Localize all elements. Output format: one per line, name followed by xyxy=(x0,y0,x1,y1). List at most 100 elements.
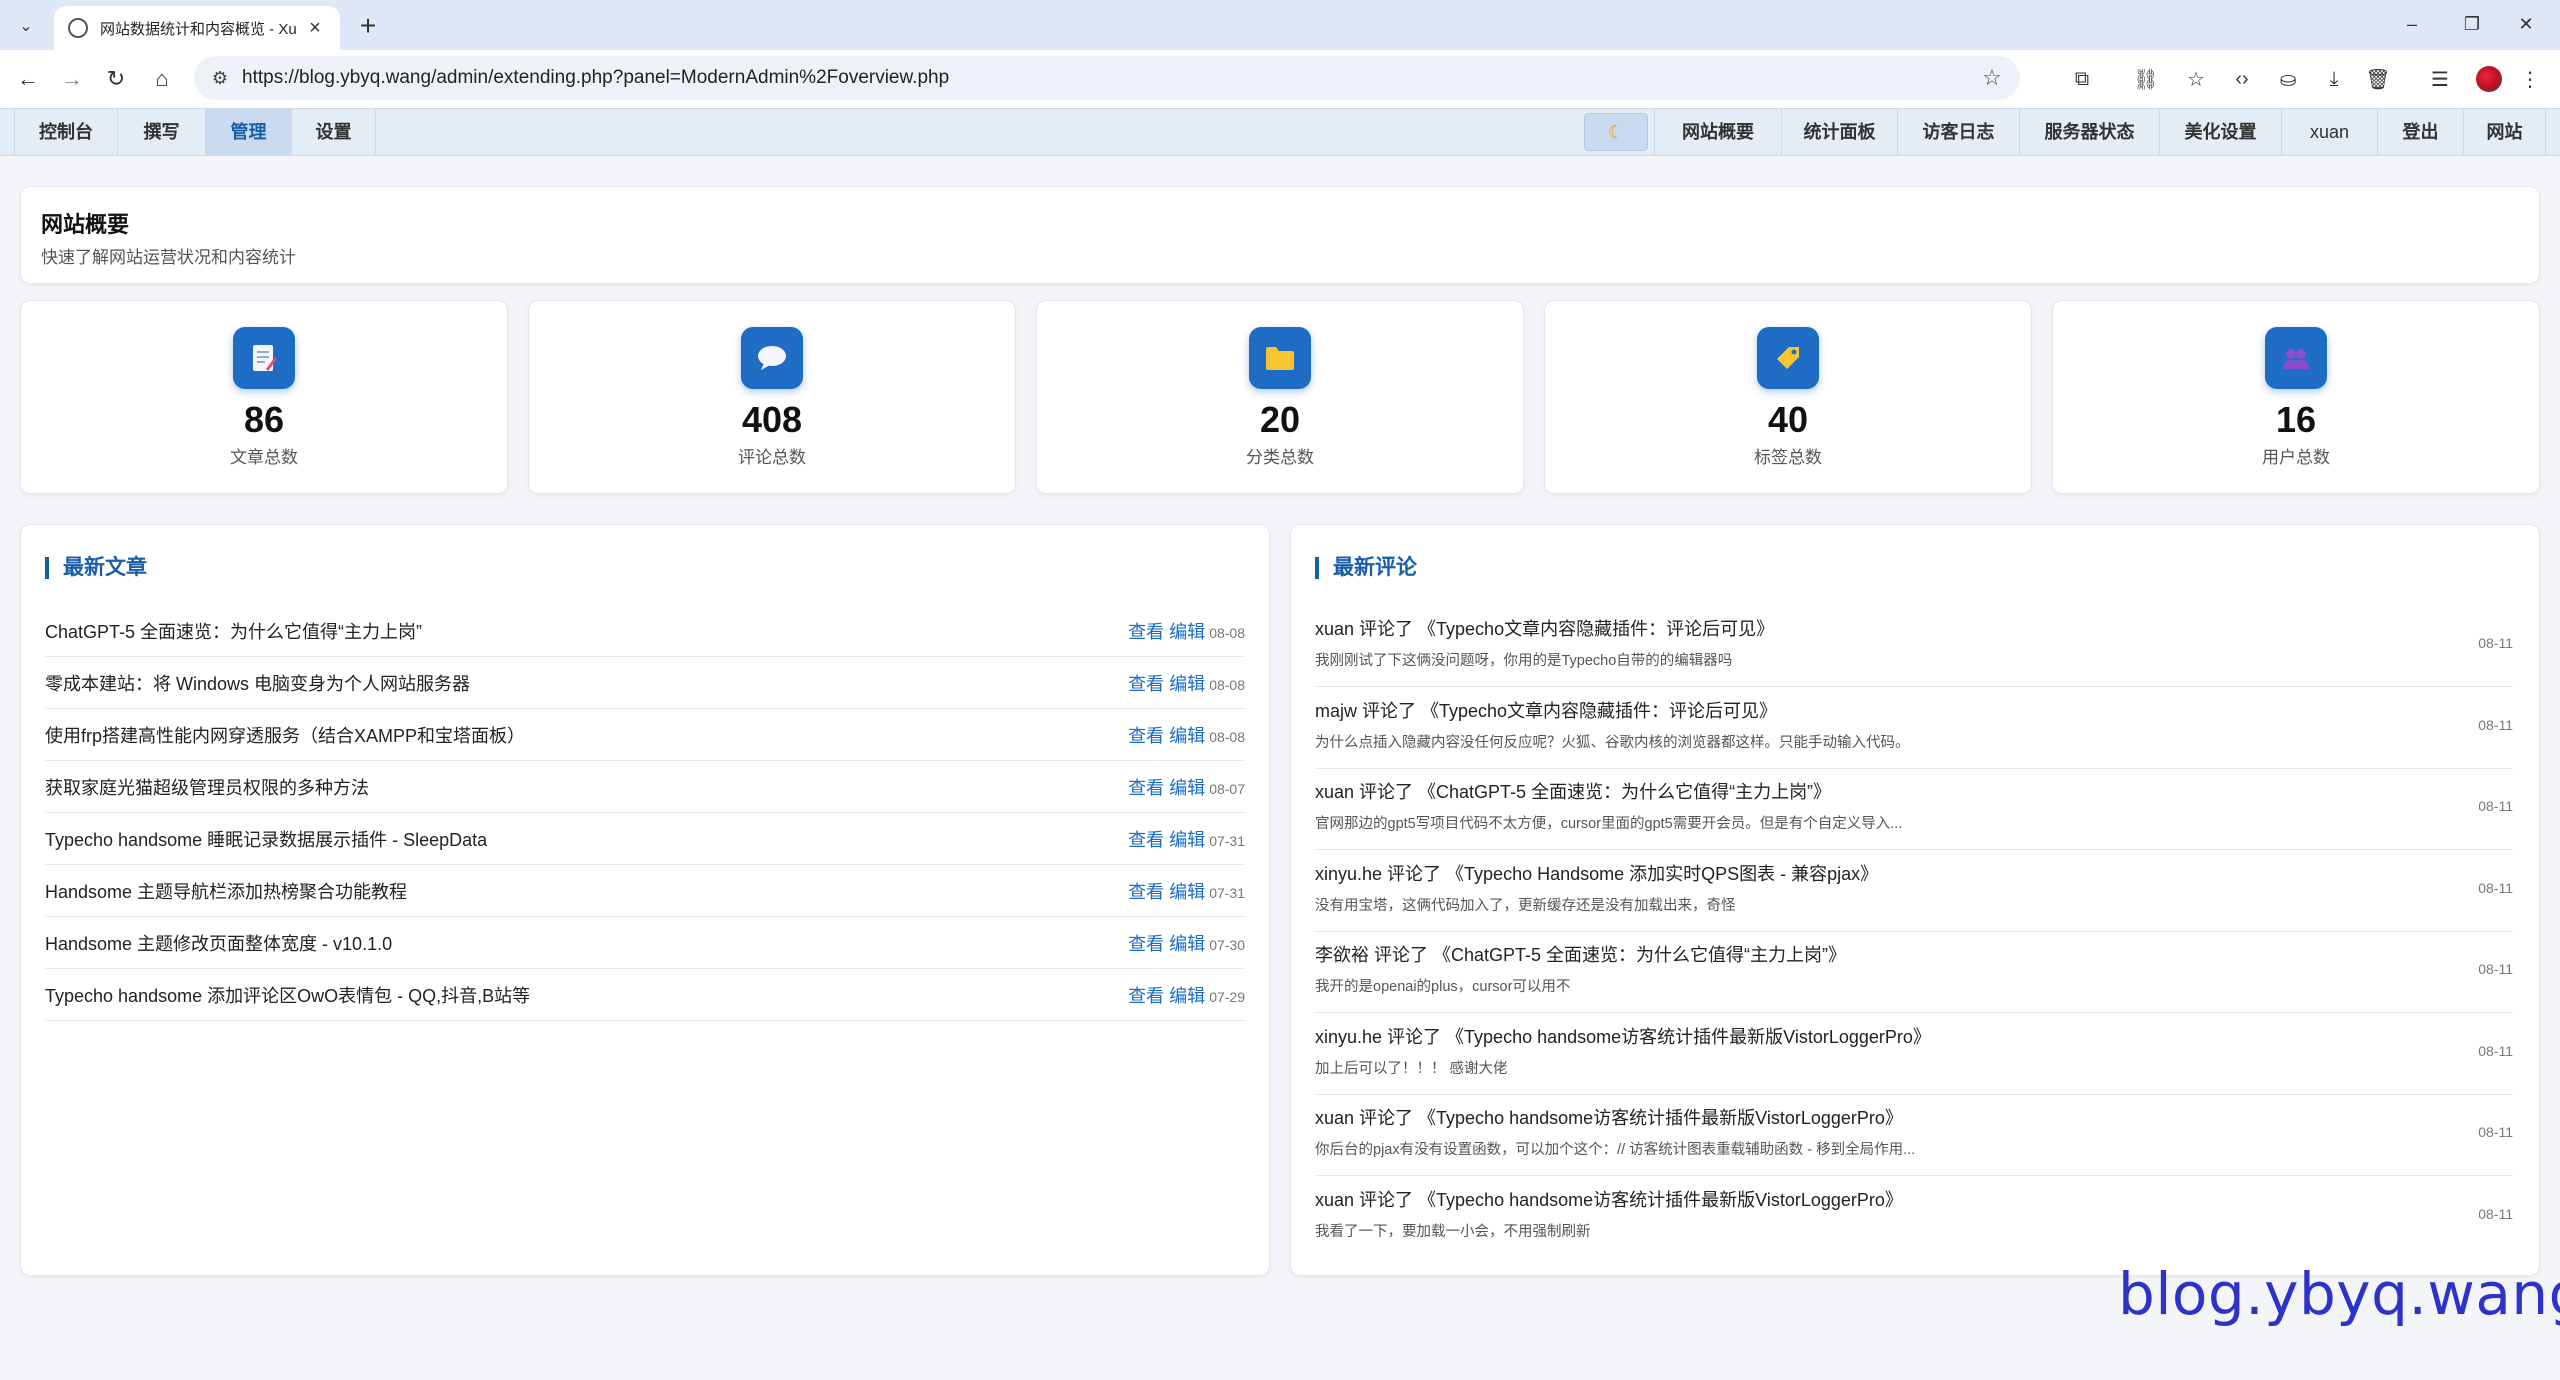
dark-mode-toggle-icon[interactable]: ☾ xyxy=(1584,113,1648,151)
profile-avatar[interactable] xyxy=(2476,66,2502,92)
stat-label: 分类总数 xyxy=(1246,448,1314,467)
comment-heading[interactable]: xuan 评论了 《Typecho handsome访客统计插件最新版Visto… xyxy=(1315,1186,1903,1212)
comment-excerpt: 我开的是openai的plus，cursor可以用不 xyxy=(1315,979,1571,995)
view-post-link[interactable]: 查看 xyxy=(1128,622,1164,642)
restore-icon[interactable]: ❐ xyxy=(2450,8,2494,40)
comment-row[interactable]: xinyu.he 评论了 《Typecho Handsome 添加实时QPS图表… xyxy=(1315,850,2513,932)
comment-excerpt: 我看了一下，要加载一小会，不用强制刷新 xyxy=(1315,1223,1591,1240)
new-tab-icon[interactable]: + xyxy=(352,10,384,42)
post-title-link[interactable]: Handsome 主题导航栏添加热榜聚合功能教程 xyxy=(45,878,407,904)
comment-excerpt: 加上后可以了！！！ 感谢大佬 xyxy=(1315,1060,1508,1077)
view-post-link[interactable]: 查看 xyxy=(1128,778,1164,798)
post-actions: 查看 编辑 08-08 xyxy=(1128,670,1245,696)
comment-heading[interactable]: xuan 评论了 《ChatGPT-5 全面速览：为什么它值得“主力上岗”》 xyxy=(1315,778,1831,804)
comment-row[interactable]: majw 评论了 《Typecho文章内容隐藏插件：评论后可见》为什么点插入隐藏… xyxy=(1315,687,2513,769)
nav-server-status[interactable]: 服务器状态 xyxy=(2020,109,2160,155)
comment-row[interactable]: xuan 评论了 《Typecho handsome访客统计插件最新版Visto… xyxy=(1315,1176,2513,1258)
comment-excerpt: 你后台的pjax有没有设置函数，可以加个这个：// 访客统计图表重载辅助函数 -… xyxy=(1315,1142,1916,1158)
post-actions: 查看 编辑 08-08 xyxy=(1128,618,1245,644)
stat-value: 20 xyxy=(1259,399,1301,440)
comment-row[interactable]: 李欲裕 评论了 《ChatGPT-5 全面速览：为什么它值得“主力上岗”》我开的… xyxy=(1315,931,2513,1013)
comment-heading[interactable]: xinyu.he 评论了 《Typecho handsome访客统计插件最新版V… xyxy=(1315,1023,1931,1049)
tab-search-icon[interactable]: ⌄ xyxy=(12,12,40,40)
nav-site[interactable]: 网站 xyxy=(2464,109,2546,155)
post-row: Typecho handsome 添加评论区OwO表情包 - QQ,抖音,B站等… xyxy=(45,969,1245,1021)
close-tab-icon[interactable]: × xyxy=(304,17,326,39)
trash-icon[interactable]: 🗑 xyxy=(2362,63,2394,95)
comment-heading[interactable]: xuan 评论了 《Typecho文章内容隐藏插件：评论后可见》 xyxy=(1315,615,1774,641)
post-date: 08-08 xyxy=(1209,729,1245,745)
comment-row[interactable]: xuan 评论了 《Typecho handsome访客统计插件最新版Visto… xyxy=(1315,1094,2513,1176)
site-info-icon[interactable]: ⚙ xyxy=(206,64,234,92)
minimize-icon[interactable]: – xyxy=(2390,8,2434,40)
nav-visitor-log[interactable]: 访客日志 xyxy=(1898,109,2020,155)
home-icon[interactable]: ⌂ xyxy=(146,63,178,95)
view-post-link[interactable]: 查看 xyxy=(1128,726,1164,746)
post-title-link[interactable]: ChatGPT-5 全面速览：为什么它值得“主力上岗” xyxy=(45,618,422,644)
post-title-link[interactable]: Typecho handsome 添加评论区OwO表情包 - QQ,抖音,B站等 xyxy=(45,982,530,1008)
star-extension-icon[interactable]: ☆ xyxy=(2180,63,2212,95)
stat-card-users: 16 用户总数 xyxy=(2052,300,2540,494)
comment-date: 08-11 xyxy=(2478,961,2513,977)
comment-heading[interactable]: xinyu.he 评论了 《Typecho Handsome 添加实时QPS图表… xyxy=(1315,860,1878,886)
reading-list-icon[interactable]: ☰ xyxy=(2424,63,2456,95)
post-title-link[interactable]: Typecho handsome 睡眠记录数据展示插件 - SleepData xyxy=(45,826,487,852)
nav-user[interactable]: xuan xyxy=(2282,109,2378,155)
comment-date: 08-11 xyxy=(2478,716,2513,733)
back-icon[interactable]: ← xyxy=(12,63,44,95)
edit-post-link[interactable]: 编辑 xyxy=(1169,830,1205,850)
edit-post-link[interactable]: 编辑 xyxy=(1169,674,1205,694)
post-row: 零成本建站：将 Windows 电脑变身为个人网站服务器 查看 编辑 08-08 xyxy=(45,657,1245,709)
post-row: ChatGPT-5 全面速览：为什么它值得“主力上岗” 查看 编辑 08-08 xyxy=(45,605,1245,657)
incognito-icon[interactable]: ⛀ xyxy=(2272,63,2304,95)
stat-label: 用户总数 xyxy=(2262,448,2330,467)
edit-post-link[interactable]: 编辑 xyxy=(1169,778,1205,798)
post-title-link[interactable]: 使用frp搭建高性能内网穿透服务（结合XAMPP和宝塔面板） xyxy=(45,722,525,748)
nav-write[interactable]: 撰写 xyxy=(118,109,206,155)
view-post-link[interactable]: 查看 xyxy=(1128,674,1164,694)
post-title-link[interactable]: 获取家庭光猫超级管理员权限的多种方法 xyxy=(45,774,369,800)
code-icon[interactable]: ‹› xyxy=(2226,63,2258,95)
comment-row[interactable]: xuan 评论了 《ChatGPT-5 全面速览：为什么它值得“主力上岗”》 官网… xyxy=(1315,768,2513,850)
edit-post-link[interactable]: 编辑 xyxy=(1169,934,1205,954)
extensions-icon[interactable]: ⧉ xyxy=(2066,63,2098,95)
forward-icon[interactable]: → xyxy=(56,63,88,95)
post-title-link[interactable]: Handsome 主题修改页面整体宽度 - v10.1.0 xyxy=(45,930,392,956)
comment-heading[interactable]: xuan 评论了 《Typecho handsome访客统计插件最新版Visto… xyxy=(1315,1104,1903,1130)
nav-logout[interactable]: 登出 xyxy=(2378,109,2464,155)
comment-heading[interactable]: majw 评论了 《Typecho文章内容隐藏插件：评论后可见》 xyxy=(1315,697,1777,723)
edit-post-link[interactable]: 编辑 xyxy=(1169,726,1205,746)
url-text[interactable]: https://blog.ybyq.wang/admin/extending.p… xyxy=(242,56,949,100)
download-icon[interactable]: ⤓ xyxy=(2318,63,2350,95)
view-post-link[interactable]: 查看 xyxy=(1128,934,1164,954)
nav-theme-settings[interactable]: 美化设置 xyxy=(2160,109,2282,155)
link-icon[interactable]: ⛓ xyxy=(2130,63,2162,95)
nav-dashboard[interactable]: 控制台 xyxy=(14,109,118,155)
comment-heading[interactable]: 李欲裕 评论了 《ChatGPT-5 全面速览：为什么它值得“主力上岗”》 xyxy=(1315,941,1846,967)
bookmark-star-icon[interactable]: ☆ xyxy=(1978,64,2006,92)
post-actions: 查看 编辑 08-07 xyxy=(1128,774,1245,800)
post-title-link[interactable]: 零成本建站：将 Windows 电脑变身为个人网站服务器 xyxy=(45,670,470,696)
nav-settings[interactable]: 设置 xyxy=(292,109,376,155)
edit-post-link[interactable]: 编辑 xyxy=(1169,882,1205,902)
close-window-icon[interactable]: ✕ xyxy=(2504,8,2548,40)
browser-tab[interactable]: 网站数据统计和内容概览 - Xuan × xyxy=(54,6,340,50)
comment-row[interactable]: xuan 评论了 《Typecho文章内容隐藏插件：评论后可见》 我刚刚试了下这俩… xyxy=(1315,605,2513,687)
menu-icon[interactable]: ⋮ xyxy=(2514,63,2546,95)
comment-date: 08-11 xyxy=(2478,635,2513,651)
edit-post-link[interactable]: 编辑 xyxy=(1169,622,1205,642)
edit-post-link[interactable]: 编辑 xyxy=(1169,986,1205,1006)
view-post-link[interactable]: 查看 xyxy=(1128,830,1164,850)
reload-icon[interactable]: ↻ xyxy=(100,63,132,95)
view-post-link[interactable]: 查看 xyxy=(1128,882,1164,902)
nav-manage[interactable]: 管理 xyxy=(206,109,292,155)
nav-site-overview[interactable]: 网站概要 xyxy=(1654,109,1782,155)
view-post-link[interactable]: 查看 xyxy=(1128,986,1164,1006)
nav-stats-panel[interactable]: 统计面板 xyxy=(1782,109,1898,155)
comment-row[interactable]: xinyu.he 评论了 《Typecho handsome访客统计插件最新版V… xyxy=(1315,1013,2513,1095)
post-date: 07-30 xyxy=(1209,937,1245,953)
address-bar[interactable]: ⚙ https://blog.ybyq.wang/admin/extending… xyxy=(194,56,2020,100)
comment-excerpt: 为什么点插入隐藏内容没任何反应呢？火狐、谷歌内核的浏览器都这样。只能手动输入代码… xyxy=(1315,734,1910,751)
post-date: 08-08 xyxy=(1209,625,1245,641)
post-date: 07-31 xyxy=(1209,885,1245,901)
